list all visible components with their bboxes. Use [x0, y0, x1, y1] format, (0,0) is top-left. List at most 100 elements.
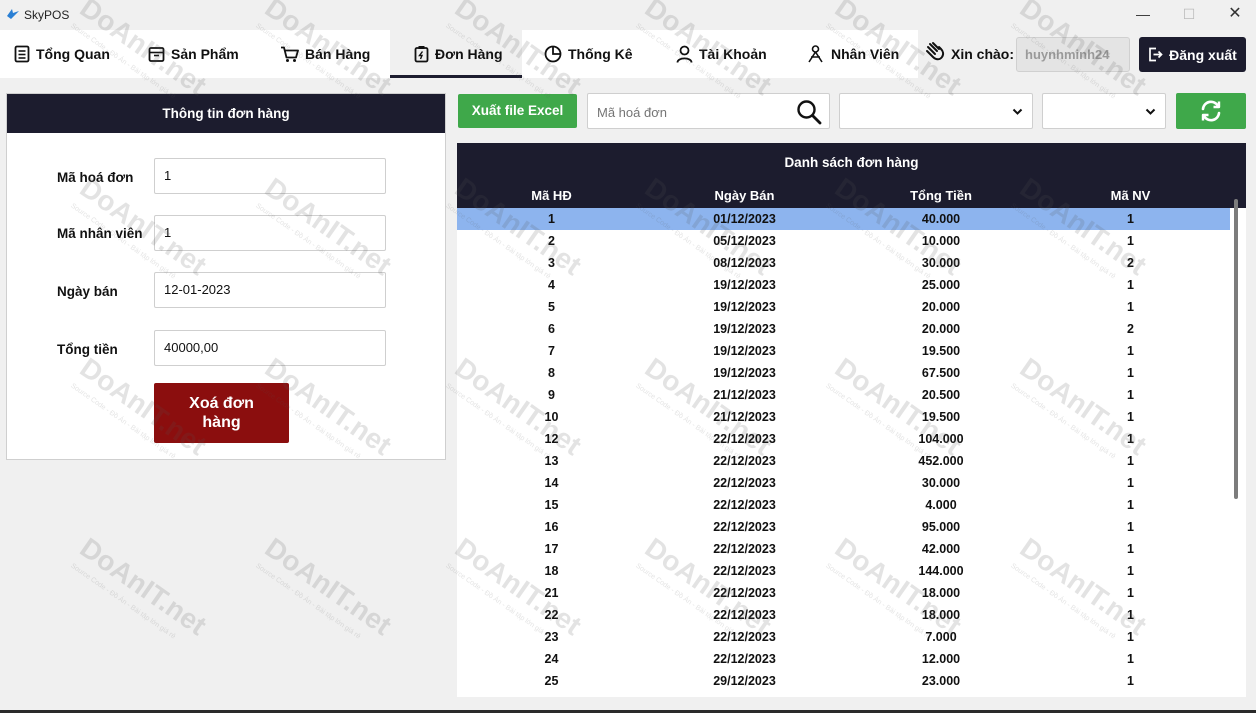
- table-row[interactable]: 15 22/12/2023 4.000 1: [457, 494, 1230, 516]
- watermark-subtext: Source Code - Đồ Án - Bài tập lớn giá rẻ: [69, 562, 177, 641]
- table-cell: 22/12/2023: [713, 498, 776, 512]
- user-icon: [676, 45, 693, 63]
- table-cell: 22/12/2023: [713, 520, 776, 534]
- box-icon: [148, 46, 165, 62]
- table-row[interactable]: 21 22/12/2023 18.000 1: [457, 582, 1230, 604]
- clipboard-icon: [414, 46, 429, 63]
- table-row[interactable]: 23 22/12/2023 7.000 1: [457, 626, 1230, 648]
- tab-nhan-vien[interactable]: Nhân Viên: [806, 30, 899, 78]
- column-header[interactable]: Tổng Tiền: [843, 188, 1039, 203]
- tab-tong-quan[interactable]: Tổng Quan: [14, 30, 110, 78]
- maximize-icon[interactable]: ☐: [1178, 4, 1200, 24]
- title-bar: SkyPOS — ☐ ✕: [0, 0, 1256, 30]
- table-row[interactable]: 7 19/12/2023 19.500 1: [457, 340, 1230, 362]
- table-row[interactable]: 5 19/12/2023 20.000 1: [457, 296, 1230, 318]
- invoice-id-field[interactable]: 1: [154, 158, 386, 194]
- table-row[interactable]: 4 19/12/2023 25.000 1: [457, 274, 1230, 296]
- table-cell: 19/12/2023: [713, 278, 776, 292]
- table-cell: 144.000: [918, 564, 964, 578]
- table-cell: 12.000: [921, 652, 961, 666]
- table-cell: 4.000: [925, 498, 957, 512]
- table-cell: 10: [544, 410, 559, 424]
- table-row[interactable]: 24 22/12/2023 12.000 1: [457, 648, 1230, 670]
- pie-chart-icon: [544, 45, 562, 63]
- table-cell: 452.000: [918, 454, 964, 468]
- table-row[interactable]: 25 29/12/2023 23.000 1: [457, 670, 1230, 692]
- wave-hand-icon: [926, 42, 945, 61]
- table-row[interactable]: 22 22/12/2023 18.000 1: [457, 604, 1230, 626]
- filter-dropdown-1[interactable]: [839, 93, 1033, 129]
- delete-order-button[interactable]: Xoá đơn hàng: [154, 383, 289, 443]
- table-cell: 20.000: [921, 322, 961, 336]
- tab-label: Bán Hàng: [305, 46, 371, 62]
- username-field: huynhminh24: [1016, 37, 1130, 72]
- vertical-scrollbar[interactable]: [1234, 199, 1238, 499]
- table-cell: 3: [548, 256, 555, 270]
- table-cell: 23: [544, 630, 559, 644]
- tab-san-pham[interactable]: Sản Phẩm: [148, 30, 239, 78]
- table-row[interactable]: 3 08/12/2023 30.000 2: [457, 252, 1230, 274]
- table-cell: 13: [544, 454, 559, 468]
- table-cell: 42.000: [921, 542, 961, 556]
- table-cell: 19/12/2023: [713, 366, 776, 380]
- table-row[interactable]: 18 22/12/2023 144.000 1: [457, 560, 1230, 582]
- table-row[interactable]: 13 22/12/2023 452.000 1: [457, 450, 1230, 472]
- table-cell: 1: [1127, 498, 1134, 512]
- total-field[interactable]: 40000,00: [154, 330, 386, 366]
- staff-id-field[interactable]: 1: [154, 215, 386, 251]
- logout-button[interactable]: Đăng xuất: [1139, 37, 1246, 72]
- window-title: SkyPOS: [24, 8, 70, 22]
- table-cell: 1: [1127, 300, 1134, 314]
- bird-icon: [7, 9, 19, 19]
- table-cell: 4: [548, 278, 555, 292]
- order-info-panel: Thông tin đơn hàng Mã hoá đơn 1 Mã nhân …: [6, 93, 446, 460]
- table-cell: 30.000: [921, 476, 961, 490]
- table-cell: 1: [1127, 410, 1134, 424]
- minimize-icon[interactable]: —: [1132, 4, 1154, 24]
- close-icon[interactable]: ✕: [1224, 4, 1246, 24]
- staff-id-label: Mã nhân viên: [57, 226, 143, 241]
- sale-date-field[interactable]: 12-01-2023: [154, 272, 386, 308]
- tab-label: Thống Kê: [568, 46, 633, 62]
- table-cell: 21/12/2023: [713, 410, 776, 424]
- filter-dropdown-2[interactable]: [1042, 93, 1166, 129]
- table-cell: 22/12/2023: [713, 564, 776, 578]
- tab-label: Tài Khoản: [699, 46, 767, 62]
- column-header[interactable]: Mã NV: [1039, 188, 1222, 203]
- tab-ban-hang[interactable]: Bán Hàng: [280, 30, 370, 78]
- table-cell: 1: [1127, 586, 1134, 600]
- tab-label: Nhân Viên: [831, 46, 900, 62]
- column-header[interactable]: Ngày Bán: [646, 188, 843, 203]
- table-cell: 1: [548, 212, 555, 226]
- refresh-button[interactable]: [1176, 93, 1246, 129]
- table-cell: 21/12/2023: [713, 388, 776, 402]
- search-icon[interactable]: [796, 99, 822, 125]
- table-row[interactable]: 10 21/12/2023 19.500 1: [457, 406, 1230, 428]
- table-row[interactable]: 9 21/12/2023 20.500 1: [457, 384, 1230, 406]
- tab-don-hang[interactable]: Đơn Hàng: [390, 30, 522, 78]
- table-row[interactable]: 1 01/12/2023 40.000 1: [457, 208, 1230, 230]
- table-cell: 30.000: [921, 256, 961, 270]
- table-row[interactable]: 2 05/12/2023 10.000 1: [457, 230, 1230, 252]
- table-cell: 22/12/2023: [713, 432, 776, 446]
- tab-tai-khoan[interactable]: Tài Khoản: [676, 30, 767, 78]
- tab-thong-ke[interactable]: Thống Kê: [544, 30, 633, 78]
- column-header[interactable]: Mã HĐ: [457, 188, 646, 203]
- table-row[interactable]: 8 19/12/2023 67.500 1: [457, 362, 1230, 384]
- export-excel-button[interactable]: Xuất file Excel: [458, 94, 577, 128]
- table-header: Mã HĐ Ngày Bán Tổng Tiền Mã NV: [457, 183, 1246, 208]
- sale-date-label: Ngày bán: [57, 284, 118, 299]
- main-nav: Tổng Quan Sản Phẩm Bán Hàng Đơn Hàng Thố…: [0, 30, 918, 78]
- table-cell: 1: [1127, 520, 1134, 534]
- table-cell: 1: [1127, 674, 1134, 688]
- search-input[interactable]: [597, 105, 777, 120]
- table-row[interactable]: 17 22/12/2023 42.000 1: [457, 538, 1230, 560]
- table-row[interactable]: 12 22/12/2023 104.000 1: [457, 428, 1230, 450]
- table-row[interactable]: 14 22/12/2023 30.000 1: [457, 472, 1230, 494]
- table-row[interactable]: 16 22/12/2023 95.000 1: [457, 516, 1230, 538]
- table-body: 1 01/12/2023 40.000 1 2 05/12/2023 10.000 1 3 08/…: [457, 208, 1230, 697]
- table-row[interactable]: 6 19/12/2023 20.000 2: [457, 318, 1230, 340]
- cart-icon: [281, 46, 299, 62]
- table-cell: 19/12/2023: [713, 300, 776, 314]
- table-cell: 20.000: [921, 300, 961, 314]
